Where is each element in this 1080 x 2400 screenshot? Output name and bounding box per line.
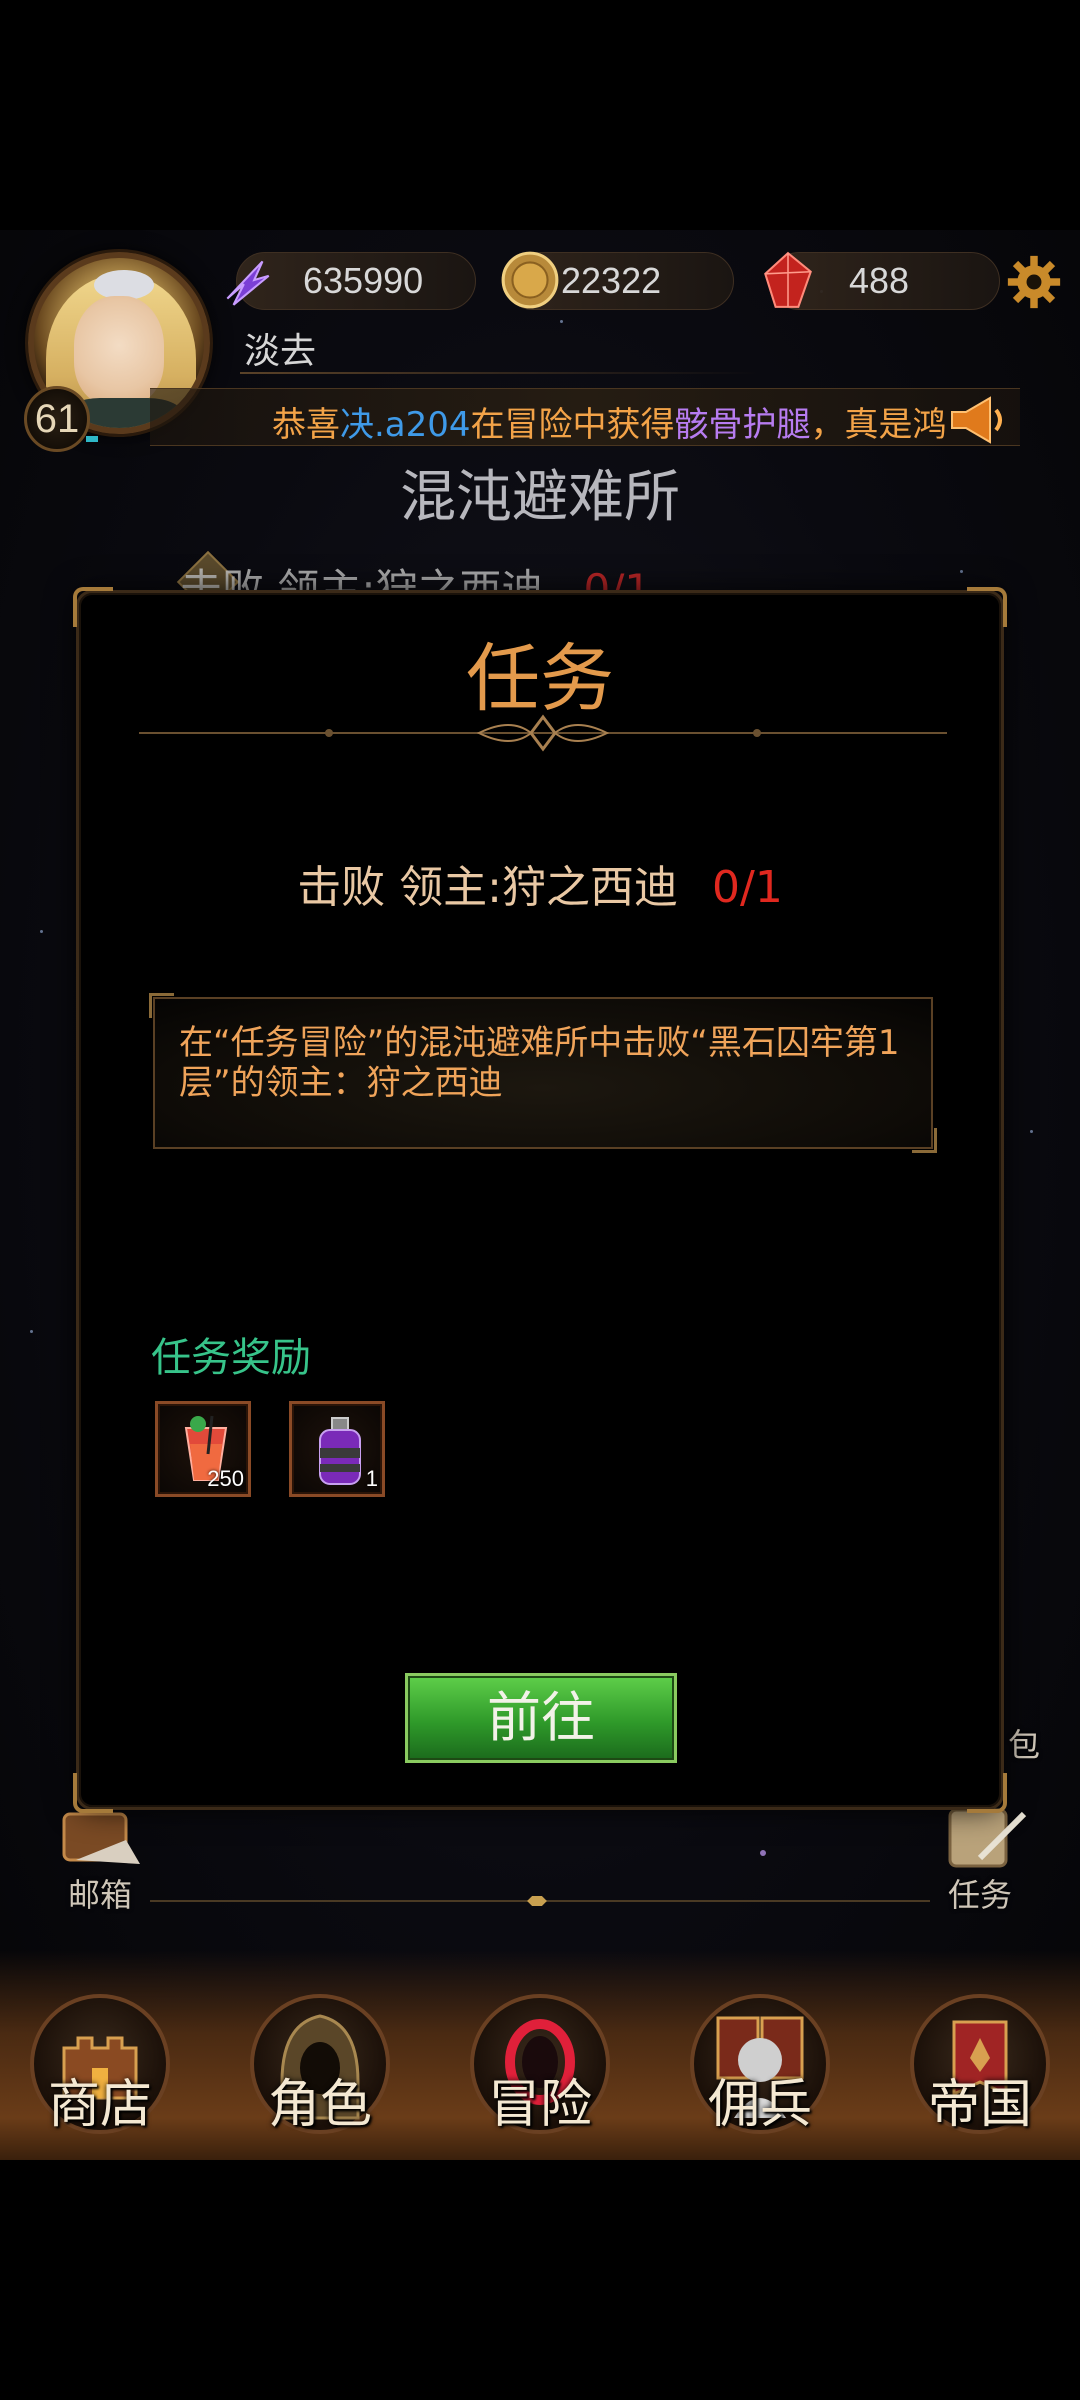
nav-shop[interactable]: 商店	[30, 1994, 170, 2144]
area-title: 混沌避难所	[400, 465, 680, 530]
quest-description: 在“任务冒险”的混沌避难所中击败“黑石囚牢第1层”的领主：狩之西迪	[179, 1023, 900, 1103]
star	[1030, 1130, 1033, 1133]
star	[760, 1850, 766, 1856]
gold-counter: 22322	[501, 251, 734, 310]
news-part1: 恭喜	[272, 405, 340, 445]
gem-value: 488	[849, 260, 910, 301]
reward-quantity: 1	[365, 1466, 378, 1491]
nav-mercenary[interactable]: 佣兵	[690, 1994, 830, 2144]
nav-character-label: 角色	[267, 2075, 372, 2135]
megaphone-icon	[951, 396, 1002, 444]
nav-empire-label: 帝国	[927, 2075, 1032, 2135]
gold-coin-icon	[501, 251, 559, 309]
news-text: 恭喜决.a204在冒险中获得骸骨护腿，真是鸿	[272, 397, 947, 445]
reward-slot[interactable]: 250	[155, 1401, 251, 1497]
reward-heading: 任务奖励	[151, 1335, 311, 1381]
nav-character[interactable]: 角色	[250, 1994, 390, 2144]
quest-objective: 击败 领主:狩之西迪 0/1	[79, 851, 1001, 915]
bottom-navigation: 商店 角色 冒险 佣兵 帝国	[0, 1950, 1080, 2160]
reward-slot[interactable]: 1	[289, 1401, 385, 1497]
dialog-title: 任务	[466, 636, 614, 722]
nav-shop-label: 商店	[47, 2075, 152, 2135]
mailbox-label[interactable]: 邮箱	[68, 1870, 132, 1916]
nav-adventure-label: 冒险	[487, 2075, 592, 2135]
gem-counter: 488	[764, 251, 1000, 310]
nav-adventure[interactable]: 冒险	[470, 1994, 610, 2144]
nav-empire[interactable]: 帝国	[910, 1994, 1050, 2144]
news-ticker: 恭喜决.a204在冒险中获得骸骨护腿，真是鸿	[150, 388, 1020, 446]
star	[960, 570, 963, 573]
quest-name: 击败 领主:狩之西迪	[297, 862, 678, 913]
go-button[interactable]: 前往	[405, 1673, 677, 1763]
corner-ornament	[73, 1773, 113, 1813]
quest-label[interactable]: 任务	[948, 1870, 1012, 1916]
settings-gear-icon[interactable]	[1006, 254, 1062, 310]
name-underline	[240, 372, 760, 374]
red-gem-icon	[764, 251, 812, 308]
level-badge: 61	[24, 386, 90, 452]
reward-quantity: 250	[207, 1466, 244, 1491]
power-value: 635990	[303, 260, 424, 301]
potion-bottle-icon	[319, 1417, 361, 1485]
star	[30, 1330, 33, 1333]
quest-description-box: 在“任务冒险”的混沌避难所中击败“黑石囚牢第1层”的领主：狩之西迪	[149, 993, 937, 1153]
news-player: 决.a204	[340, 405, 471, 445]
news-part3: ，真是鸿	[810, 405, 947, 445]
divider-ornament	[150, 1896, 930, 1906]
quest-progress: 0/1	[712, 862, 783, 913]
gold-value: 22322	[561, 260, 662, 301]
news-part2: 在冒险中获得	[470, 405, 675, 445]
bag-label[interactable]: 包	[1008, 1720, 1040, 1766]
quest-dialog: 任务 击败 领主:狩之西迪 0/1 在“任务冒险”的混沌避难所中击败“黑石囚牢第1…	[73, 587, 1007, 1813]
star	[560, 320, 563, 323]
title-divider	[139, 714, 947, 752]
star	[40, 930, 43, 933]
news-item: 骸骨护腿	[674, 405, 811, 445]
power-counter: 635990	[226, 252, 476, 310]
player-name: 淡去	[244, 331, 317, 372]
nav-mercenary-label: 佣兵	[707, 2075, 812, 2135]
corner-ornament	[967, 1773, 1007, 1813]
exp-bar	[86, 436, 98, 442]
power-icon	[226, 260, 270, 306]
